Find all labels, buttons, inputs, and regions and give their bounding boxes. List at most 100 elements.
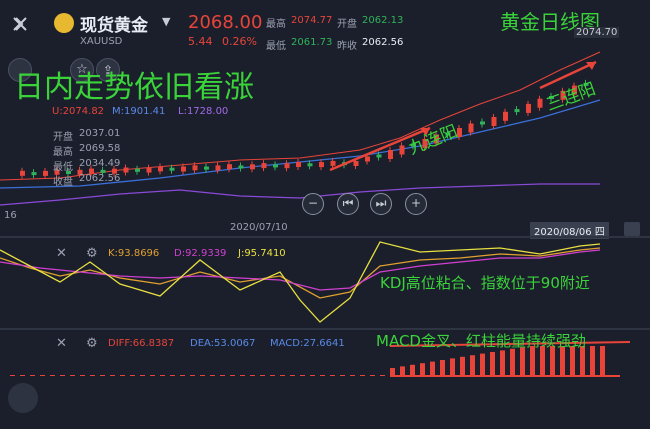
candle-body (353, 161, 359, 166)
candle-body (526, 103, 531, 113)
kdj-settings-button[interactable]: ⚙ (86, 246, 98, 261)
candle-body (399, 145, 405, 155)
macd-bar (520, 347, 525, 376)
macd-bar (390, 368, 395, 376)
candle-body (365, 156, 370, 162)
macd-bar (410, 364, 415, 376)
lower-band-line (0, 183, 600, 206)
skip-back-icon: ⏮ (342, 196, 354, 210)
macd-bar (600, 346, 605, 376)
skip-forward-button[interactable]: ⏭ (370, 193, 392, 215)
candle-body (169, 167, 175, 171)
macd-bar (90, 375, 95, 376)
candle-body (261, 163, 267, 169)
macd-bar (430, 361, 435, 376)
macd-bar (330, 375, 335, 376)
candle-body (146, 167, 152, 173)
candle-body (319, 162, 324, 168)
candle-body (238, 165, 244, 169)
macd-bar (370, 375, 375, 376)
macd-bar (450, 358, 455, 376)
candle-body (330, 160, 336, 166)
candle-body (503, 111, 508, 121)
close-kdj-button[interactable]: ✕ (56, 246, 67, 261)
macd-bar (470, 355, 475, 376)
macd-bar (100, 375, 105, 376)
candle-body (307, 163, 313, 167)
price-top-label: 2074.70 (574, 27, 620, 38)
candle-body (123, 167, 129, 173)
macd-bar (310, 375, 315, 376)
macd-bar (210, 375, 215, 376)
menu-button[interactable] (8, 383, 38, 413)
info-high-value: 2069.58 (79, 143, 121, 154)
ma-upper-label: U:2074.82 (52, 106, 105, 117)
gear-icon: ⚙ (86, 246, 98, 261)
macd-bar (110, 375, 115, 376)
candle-body (20, 170, 25, 176)
zoom-in-button[interactable]: + (405, 193, 427, 215)
close-icon: ✕ (56, 336, 67, 351)
close-icon: ✕ (56, 246, 67, 261)
macd-bar (500, 350, 505, 376)
macd-bar (480, 353, 485, 376)
macd-bar (10, 375, 15, 376)
gear-icon: ⚙ (86, 336, 98, 351)
minus-icon: − (307, 196, 319, 210)
candle-body (537, 98, 543, 108)
macd-bar (70, 375, 75, 376)
candle-body (158, 166, 163, 172)
candle-body (135, 168, 140, 172)
candle-body (514, 109, 520, 113)
macd-bar (270, 375, 275, 376)
candle-body (491, 117, 497, 126)
info-close-label: 收盘 (53, 177, 73, 188)
candle-body (250, 164, 255, 170)
close-macd-button[interactable]: ✕ (56, 336, 67, 351)
info-open-value: 2037.01 (79, 128, 121, 139)
macd-bar (290, 375, 295, 376)
candle-body (296, 162, 301, 167)
macd-bar (230, 375, 235, 376)
macd-diff-value: DIFF:66.8387 (108, 338, 175, 349)
info-close-value: 2062.56 (79, 173, 121, 184)
macd-bar (420, 363, 425, 376)
ma-mid-label: M:1901.41 (112, 106, 166, 117)
macd-bar (260, 375, 265, 376)
macd-bar (60, 375, 65, 376)
macd-bar (340, 375, 345, 376)
macd-bar (440, 360, 445, 376)
macd-bar (490, 352, 495, 376)
kdj-annotation: KDJ高位粘合、指数位于90附近 (380, 274, 590, 292)
macd-bar (160, 375, 165, 376)
macd-bar (590, 346, 595, 376)
macd-bar (360, 375, 365, 376)
macd-bar (190, 375, 195, 376)
macd-bar (460, 356, 465, 376)
macd-bar (170, 375, 175, 376)
kdj-d-value: D:92.9339 (174, 248, 227, 259)
macd-bar (350, 375, 355, 376)
macd-bar (20, 375, 25, 376)
candle-body (273, 164, 278, 168)
ma-lower-label: L:1728.00 (178, 106, 229, 117)
info-low-value: 2034.49 (79, 158, 121, 169)
macd-bar (280, 375, 285, 376)
macd-settings-button[interactable]: ⚙ (86, 336, 98, 351)
candle-body (181, 166, 186, 172)
candle-body (227, 164, 232, 170)
macd-bar (40, 375, 45, 376)
skip-back-button[interactable]: ⏮ (337, 193, 359, 215)
candle-body (468, 123, 474, 133)
date-label-jul: 2020/07/10 (230, 222, 288, 233)
macd-bar (400, 366, 405, 376)
kdj-k-value: K:93.8696 (108, 248, 160, 259)
lock-icon[interactable] (624, 222, 640, 236)
skip-forward-icon: ⏭ (375, 196, 387, 210)
macd-bar (250, 375, 255, 376)
kdj-j-value: J:95.7410 (238, 248, 286, 259)
zoom-out-button[interactable]: − (302, 193, 324, 215)
info-high-label: 最高 (53, 147, 73, 158)
macd-bar (200, 375, 205, 376)
macd-bar (220, 375, 225, 376)
